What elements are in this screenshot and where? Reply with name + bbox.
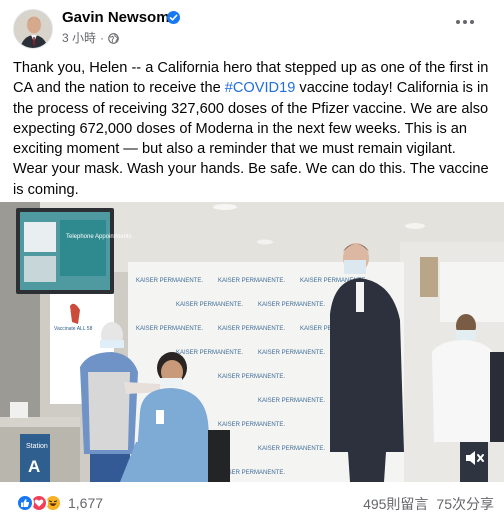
backdrop-logo-text: KAISER PERMANENTE.	[218, 278, 285, 284]
more-options-button[interactable]	[450, 12, 480, 32]
backdrop-logo-text: KAISER PERMANENTE.	[136, 278, 203, 284]
post-text-part-2: vaccine today! California is in the proc…	[13, 80, 489, 198]
monitor-text: Telephone Appointments	[66, 234, 132, 240]
author-avatar-image	[14, 10, 52, 48]
post-body-text: Thank you, Helen -- a California hero th…	[13, 58, 491, 200]
backdrop-logo-text: KAISER PERMANENTE.	[258, 398, 325, 404]
volume-muted-icon[interactable]	[462, 446, 486, 470]
backdrop-logo-text: KAISER PERMANENTE.	[218, 422, 285, 428]
station-sign: Station A	[20, 434, 50, 482]
engagement-stats: 495則留言 75次分享	[363, 494, 494, 514]
station-letter: A	[28, 457, 40, 476]
reaction-count: 1,677	[68, 495, 104, 511]
post-header: Gavin Newsom 3 小時 ·	[0, 0, 504, 50]
more-dot-icon	[463, 20, 467, 24]
post-footer: 1,677 495則留言 75次分享	[0, 488, 504, 521]
backdrop-logo-text: KAISER PERMANENTE.	[176, 350, 243, 356]
backdrop-logo-text: KAISER PERMANENTE.	[218, 374, 285, 380]
backdrop-logo-text: KAISER PERMANENTE.	[258, 446, 325, 452]
post-meta: 3 小時 ·	[62, 31, 119, 46]
sign-text: Vaccinate ALL 58	[54, 326, 93, 332]
globe-icon	[108, 33, 119, 44]
post-video[interactable]: Telephone Appointments KAISER PERMANENTE…	[0, 202, 504, 482]
video-frame: Telephone Appointments KAISER PERMANENTE…	[0, 202, 504, 482]
meta-separator: ·	[100, 31, 105, 45]
backdrop-logo-text: KAISER PERMANENTE.	[218, 326, 285, 332]
like-icon	[16, 494, 34, 512]
hashtag-link[interactable]: #COVID19	[225, 80, 296, 96]
backdrop-logo-text: KAISER PERMANENTE.	[136, 326, 203, 332]
post-timestamp[interactable]: 3 小時	[62, 31, 96, 46]
backdrop-logo-text: KAISER PERMANENTE.	[258, 350, 325, 356]
shares-count-link[interactable]: 75次分享	[436, 494, 494, 514]
station-label: Station	[26, 443, 48, 450]
comments-count-link[interactable]: 495則留言	[363, 494, 428, 514]
backdrop-logo-text: KAISER PERMANENTE.	[258, 302, 325, 308]
reactions-summary[interactable]: 1,677	[16, 493, 103, 513]
more-dot-icon	[470, 20, 474, 24]
verified-badge-icon	[167, 11, 180, 24]
author-avatar[interactable]	[13, 9, 53, 49]
more-dot-icon	[456, 20, 460, 24]
author-name[interactable]: Gavin Newsom	[62, 9, 170, 27]
backdrop-logo-text: KAISER PERMANENTE.	[176, 302, 243, 308]
